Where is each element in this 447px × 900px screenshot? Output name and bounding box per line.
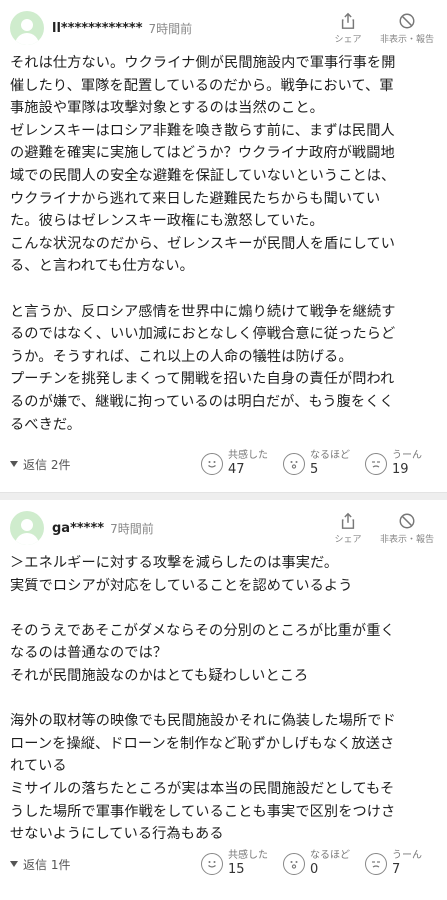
reaction-label: 共感した: [228, 850, 268, 861]
share-label: シェア: [334, 534, 362, 545]
reaction-count: 7: [392, 862, 401, 877]
comment-actions: シェア 非表示・報告: [329, 512, 437, 545]
hide-report-button[interactable]: 非表示・報告: [377, 12, 437, 45]
avatar[interactable]: [10, 11, 44, 45]
replies-toggle[interactable]: 返信 2件: [10, 456, 70, 473]
hide-report-label: 非表示・報告: [379, 534, 434, 545]
prohibit-icon: [399, 513, 415, 528]
replies-count: 返信 2件: [23, 457, 71, 472]
triangle-down-icon: [10, 461, 18, 467]
reaction-buttons: 共感した 15 なるほど 0 うーん 7: [201, 850, 437, 878]
share-label: シェア: [334, 34, 362, 45]
share-button[interactable]: シェア: [329, 512, 367, 545]
comment-footer: 返信 1件 共感した 15 なるほど 0 うーん 7: [10, 850, 437, 878]
reaction-hmm[interactable]: うーん 7: [365, 850, 437, 878]
reaction-insight[interactable]: なるほど 5: [283, 450, 355, 478]
comment-card: ll************ 7時間前 シェア 非表示・報告 それは仕方ない。ウ…: [0, 0, 447, 500]
empathy-icon: [201, 453, 223, 475]
comment-divider: [0, 492, 447, 500]
reaction-label: なるほど: [310, 450, 350, 461]
reaction-buttons: 共感した 47 なるほど 5 うーん 19: [201, 450, 437, 478]
author-name[interactable]: ll************: [52, 21, 143, 36]
empathy-icon: [201, 853, 223, 875]
reaction-label: 共感した: [228, 450, 268, 461]
reaction-insight[interactable]: なるほど 0: [283, 850, 355, 878]
reaction-empathy[interactable]: 共感した 47: [201, 450, 273, 478]
prohibit-icon: [399, 13, 415, 28]
hmm-icon: [365, 853, 387, 875]
comment-body: ＞エネルギーに対する攻撃を減らしたのは事実だ。 実質でロシアが対応をしていること…: [10, 555, 396, 843]
share-icon: [341, 512, 355, 529]
reaction-count: 5: [310, 462, 319, 477]
insight-icon: [283, 853, 305, 875]
reaction-count: 19: [392, 462, 409, 477]
avatar[interactable]: [10, 511, 44, 545]
hide-report-label: 非表示・報告: [379, 34, 434, 45]
author-name[interactable]: ga*****: [52, 521, 104, 536]
comment-actions: シェア 非表示・報告: [329, 12, 437, 45]
post-time: 7時間前: [148, 21, 193, 36]
share-button[interactable]: シェア: [329, 12, 367, 45]
reaction-count: 0: [310, 862, 319, 877]
hmm-icon: [365, 453, 387, 475]
comment-header: ga***** 7時間前 シェア 非表示・報告: [10, 508, 437, 548]
comment-footer: 返信 2件 共感した 47 なるほど 5 うーん 19: [10, 450, 437, 478]
comment-header: ll************ 7時間前 シェア 非表示・報告: [10, 8, 437, 48]
share-icon: [341, 12, 355, 29]
hide-report-button[interactable]: 非表示・報告: [377, 512, 437, 545]
triangle-down-icon: [10, 861, 18, 867]
insight-icon: [283, 453, 305, 475]
post-time: 7時間前: [110, 521, 154, 536]
reaction-count: 15: [228, 862, 245, 877]
reaction-label: なるほど: [310, 850, 350, 861]
comment-card: ga***** 7時間前 シェア 非表示・報告 ＞エネルギーに対する攻撃を減らし…: [0, 500, 447, 900]
replies-toggle[interactable]: 返信 1件: [10, 856, 70, 873]
reaction-label: うーん: [392, 450, 422, 461]
reaction-hmm[interactable]: うーん 19: [365, 450, 437, 478]
reaction-empathy[interactable]: 共感した 15: [201, 850, 273, 878]
comment-body: それは仕方ない。ウクライナ側が民間施設内で軍事行事を開 催したり、軍隊を配置して…: [10, 55, 396, 433]
replies-count: 返信 1件: [23, 857, 71, 872]
reaction-label: うーん: [392, 850, 422, 861]
reaction-count: 47: [228, 462, 245, 477]
